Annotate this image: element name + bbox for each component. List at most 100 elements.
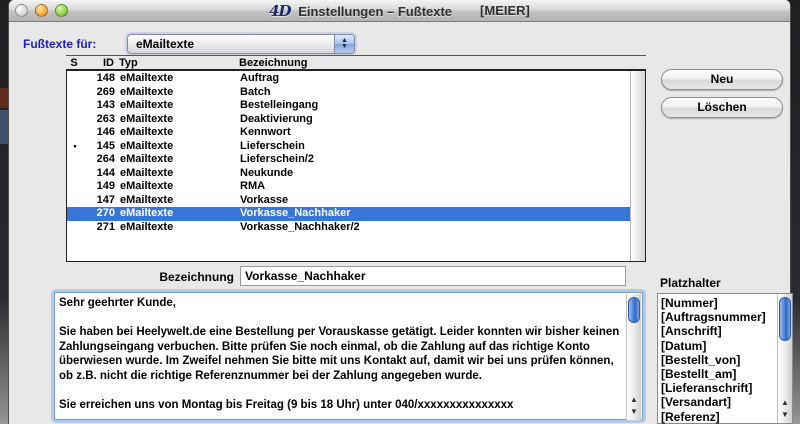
table-rows: 148eMailtexteAuftrag 269eMailtexteBatch … [67, 72, 630, 234]
bezeichnung-input[interactable] [240, 266, 626, 286]
typ-cell: eMailtexte [120, 113, 232, 127]
combobox-value: eMailtexte [128, 37, 334, 51]
scrollbar-arrows[interactable]: ▲ ▼ [627, 394, 641, 418]
placeholder-item[interactable]: [Nummer] [661, 296, 775, 310]
typ-cell: eMailtexte [120, 180, 232, 194]
typ-cell: eMailtexte [120, 153, 232, 167]
bezeichnung-cell: Neukunde [237, 167, 630, 181]
typ-cell: eMailtexte [120, 194, 232, 208]
scrollbar-arrows[interactable]: ▲ ▼ [778, 397, 792, 421]
status-cell [68, 207, 82, 221]
id-cell: 149 [87, 180, 115, 194]
table-row[interactable]: 264 eMailtexte Lieferschein/2 [67, 153, 630, 167]
status-cell [68, 99, 82, 113]
email-body-textarea[interactable]: Sehr geehrter Kunde, Sie haben bei Heely… [54, 292, 643, 420]
id-cell: 148 [87, 72, 115, 86]
id-cell: 269 [87, 86, 115, 100]
placeholders-list: [Nummer] [Auftragsnummer] [Anschrift] [D… [661, 296, 775, 424]
placeholders-label: Platzhalter [660, 276, 721, 290]
table-row-selected[interactable]: 270eMailtexteVorkasse_Nachhaker [67, 207, 630, 221]
window-title: 4D Einstellungen – Fußtexte [MEIER] [9, 2, 790, 20]
column-header-bezeichnung[interactable]: Bezeichnung [236, 57, 646, 69]
footer-type-combobox[interactable]: eMailtexte ▲ ▼ [127, 34, 355, 54]
status-cell [68, 113, 82, 127]
typ-cell: eMailtexte [120, 86, 232, 100]
placeholder-item[interactable]: [Auftragsnummer] [661, 310, 775, 324]
greeting-line: Sehr geehrter Kunde, [59, 296, 623, 311]
stepper-down-icon[interactable]: ▼ [341, 44, 348, 50]
new-button[interactable]: Neu [661, 69, 783, 90]
email-body-text: Sehr geehrter Kunde, Sie haben bei Heely… [59, 296, 623, 417]
placeholder-item[interactable]: [Lieferanschrift] [661, 381, 775, 395]
table-row[interactable]: 269 eMailtexte Batch [67, 86, 630, 100]
scroll-down-icon[interactable]: ▼ [778, 409, 792, 421]
placeholder-item[interactable]: [Datum] [661, 339, 775, 353]
typ-cell: eMailtexte [120, 99, 232, 113]
placeholder-item[interactable]: [Bestellt_von] [661, 353, 775, 367]
status-cell [68, 153, 82, 167]
placeholder-item[interactable]: [Versandart] [661, 395, 775, 409]
table-scrollbar[interactable] [630, 71, 645, 261]
placeholders-listbox[interactable]: [Nummer] [Auftragsnummer] [Anschrift] [D… [657, 293, 793, 424]
table-row[interactable]: 146eMailtexteKennwort [67, 126, 630, 140]
table-row[interactable]: •145eMailtexteLieferschein [67, 140, 630, 154]
delete-button[interactable]: Löschen [661, 97, 783, 118]
desktop-background-detail [0, 110, 8, 144]
bezeichnung-cell: Batch [237, 86, 630, 100]
scroll-up-icon[interactable]: ▲ [778, 397, 792, 409]
table-row[interactable]: 143eMailtexteBestelleingang [67, 99, 630, 113]
id-cell: 263 [87, 113, 115, 127]
typ-cell: eMailtexte [120, 221, 232, 235]
typ-cell: eMailtexte [120, 72, 232, 86]
table-row[interactable]: 144eMailtexteNeukunde [67, 167, 630, 181]
status-cell [68, 167, 82, 181]
placeholder-item[interactable]: [Referenz] [661, 410, 775, 424]
bezeichnung-cell: RMA [237, 180, 630, 194]
close-button[interactable] [15, 4, 28, 17]
scrollbar-thumb[interactable] [779, 297, 791, 341]
id-cell: 143 [87, 99, 115, 113]
window-controls [15, 4, 68, 17]
id-cell: 145 [87, 140, 115, 154]
stepper-icon[interactable]: ▲ ▼ [334, 35, 354, 53]
bezeichnung-label: Bezeichnung [152, 270, 234, 284]
title-text: Einstellungen – Fußtexte [298, 4, 452, 19]
body-scrollbar[interactable]: ▲ ▼ [626, 294, 641, 420]
bezeichnung-cell: Vorkasse [237, 194, 630, 208]
table-row[interactable]: 149 eMailtexte RMA [67, 180, 630, 194]
bezeichnung-cell: Lieferschein/2 [237, 153, 630, 167]
placeholder-item[interactable]: [Anschrift] [661, 324, 775, 338]
minimize-button[interactable] [35, 4, 48, 17]
column-header-s[interactable]: S [67, 57, 81, 69]
table-row[interactable]: 263eMailtexteDeaktivierung [67, 113, 630, 127]
placeholder-item[interactable]: [Bestellt_am] [661, 367, 775, 381]
bezeichnung-cell: Vorkasse_Nachhaker [237, 207, 630, 221]
footer-type-label: Fußtexte für: [23, 37, 96, 51]
placeholders-scrollbar[interactable]: ▲ ▼ [777, 294, 792, 423]
status-cell [68, 72, 82, 86]
bezeichnung-cell: Auftrag [237, 72, 630, 86]
id-cell: 271 [87, 221, 115, 235]
scroll-up-icon[interactable]: ▲ [627, 394, 641, 406]
table-row[interactable]: 148 eMailtexte Auftrag [67, 72, 630, 86]
typ-cell: eMailtexte [120, 126, 232, 140]
typ-cell: eMailtexte [120, 207, 232, 221]
window-titlebar[interactable]: 4D Einstellungen – Fußtexte [MEIER] [9, 0, 790, 22]
zoom-button[interactable] [55, 4, 68, 17]
bezeichnung-cell: Kennwort [237, 126, 630, 140]
footer-texts-table[interactable]: 148eMailtexteAuftrag 269eMailtexteBatch … [66, 69, 646, 262]
bezeichnung-cell: Vorkasse_Nachhaker/2 [237, 221, 630, 235]
status-cell [68, 86, 82, 100]
scrollbar-thumb[interactable] [628, 297, 640, 323]
table-row[interactable]: 271 eMailtexte Vorkasse_Nachhaker/2 [67, 221, 630, 235]
id-cell: 147 [87, 194, 115, 208]
table-row[interactable]: 147 eMailtexte Vorkasse [67, 194, 630, 208]
column-header-typ[interactable]: Typ [119, 57, 231, 69]
main-paragraph: Sie haben bei Heelywelt.de eine Bestellu… [59, 325, 623, 383]
status-cell [68, 180, 82, 194]
id-cell: 264 [87, 153, 115, 167]
column-header-id[interactable]: ID [86, 57, 114, 69]
typ-cell: eMailtexte [120, 140, 232, 154]
typ-cell: eMailtexte [120, 167, 232, 181]
scroll-down-icon[interactable]: ▼ [627, 406, 641, 418]
